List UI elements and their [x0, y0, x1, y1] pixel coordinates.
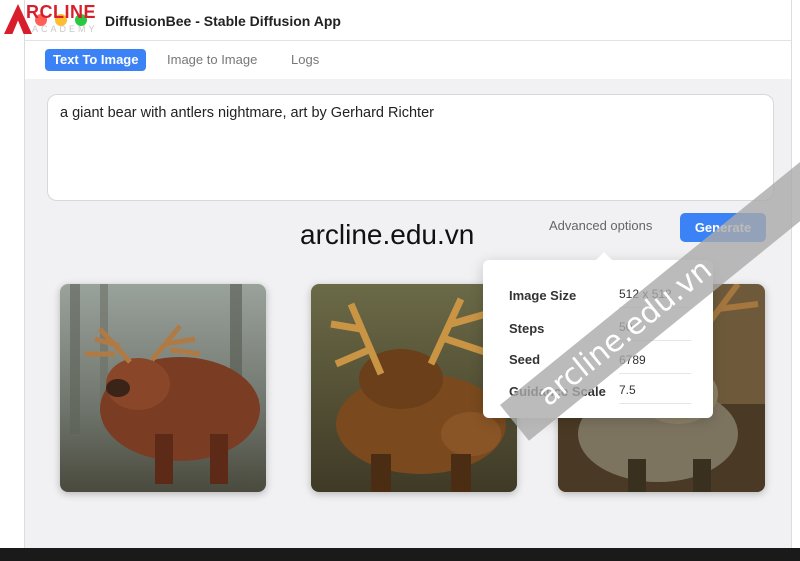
bear-antlers-image-1	[60, 284, 266, 492]
seed-label: Seed	[509, 352, 541, 367]
tab-bar: Text To Image Image to Image Logs	[25, 41, 791, 79]
brand-logo: RCLINE ACADEMY	[4, 2, 114, 38]
bottom-strip	[0, 548, 800, 561]
tab-logs[interactable]: Logs	[283, 49, 327, 71]
title-bar: DiffusionBee - Stable Diffusion App	[25, 0, 791, 41]
advanced-options-button[interactable]: Advanced options	[549, 218, 652, 233]
tab-text-to-image[interactable]: Text To Image	[45, 49, 147, 71]
popover-arrow	[596, 252, 612, 260]
tab-image-to-image[interactable]: Image to Image	[159, 49, 265, 71]
window-title: DiffusionBee - Stable Diffusion App	[105, 13, 341, 29]
steps-label: Steps	[509, 321, 545, 336]
watermark-center: arcline.edu.vn	[300, 219, 475, 250]
brand-subtitle: ACADEMY	[32, 24, 98, 34]
prompt-input[interactable]: a giant bear with antlers nightmare, art…	[47, 94, 774, 201]
brand-name: RCLINE	[26, 2, 96, 22]
image-size-label: Image Size	[509, 288, 577, 303]
generated-image-1[interactable]	[60, 284, 266, 492]
guidance-scale-field[interactable]: 7.5	[619, 383, 691, 404]
